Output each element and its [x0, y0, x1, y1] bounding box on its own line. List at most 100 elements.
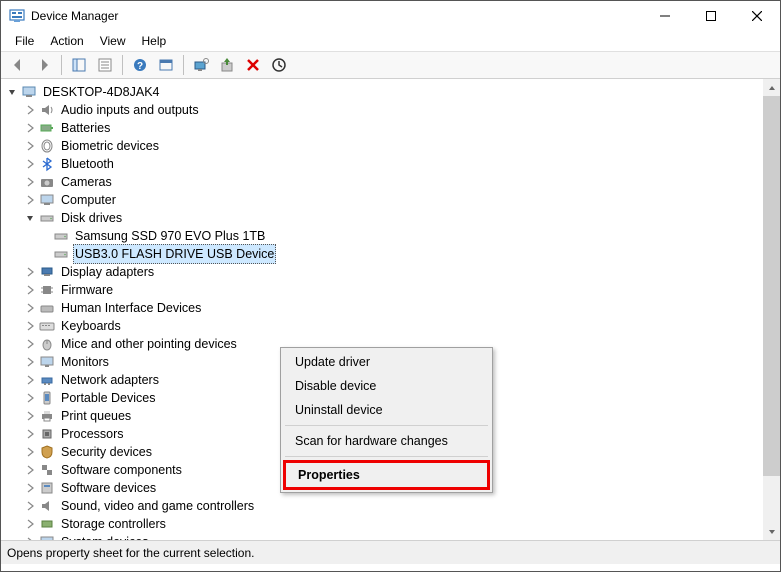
cpu-icon — [39, 426, 55, 442]
context-disable-device[interactable]: Disable device — [283, 374, 490, 398]
tree-node-sound[interactable]: Sound, video and game controllers — [1, 497, 780, 515]
chevron-down-icon[interactable] — [5, 85, 19, 99]
shield-icon — [39, 444, 55, 460]
chevron-right-icon[interactable] — [23, 481, 37, 495]
tree-node-firmware[interactable]: Firmware — [1, 281, 780, 299]
show-hide-console-tree-icon[interactable] — [67, 53, 91, 77]
scroll-thumb[interactable] — [763, 96, 780, 476]
context-update-driver[interactable]: Update driver — [283, 350, 490, 374]
tree-node-keyboards[interactable]: Keyboards — [1, 317, 780, 335]
tree-node-computer[interactable]: Computer — [1, 191, 780, 209]
keyboard-icon — [39, 318, 55, 334]
chevron-right-icon[interactable] — [23, 139, 37, 153]
menu-bar: File Action View Help — [1, 31, 780, 51]
uninstall-icon[interactable] — [241, 53, 265, 77]
app-icon — [9, 8, 25, 24]
mouse-icon — [39, 336, 55, 352]
tree-node-system[interactable]: System devices — [1, 533, 780, 540]
computer-icon — [39, 192, 55, 208]
battery-icon — [39, 120, 55, 136]
tree-node-diskdrives[interactable]: Disk drives — [1, 209, 780, 227]
disk-icon — [53, 228, 69, 244]
update-driver-icon[interactable] — [215, 53, 239, 77]
tree-node-disk1[interactable]: Samsung SSD 970 EVO Plus 1TB — [1, 227, 780, 245]
tree-root[interactable]: DESKTOP-4D8JAK4 — [1, 83, 780, 101]
context-separator — [285, 425, 488, 426]
chip-icon — [39, 282, 55, 298]
tree-node-batteries[interactable]: Batteries — [1, 119, 780, 137]
chevron-right-icon[interactable] — [23, 103, 37, 117]
chevron-right-icon[interactable] — [23, 157, 37, 171]
scan-hardware-icon[interactable] — [189, 53, 213, 77]
properties-icon[interactable] — [93, 53, 117, 77]
monitor-icon — [39, 354, 55, 370]
portable-device-icon — [39, 390, 55, 406]
display-icon — [39, 264, 55, 280]
tree-node-disk2-selected[interactable]: USB3.0 FLASH DRIVE USB Device — [1, 245, 780, 263]
system-icon — [39, 534, 55, 540]
chevron-right-icon[interactable] — [23, 391, 37, 405]
tree-node-bluetooth[interactable]: Bluetooth — [1, 155, 780, 173]
status-text: Opens property sheet for the current sel… — [7, 546, 254, 560]
chevron-down-icon[interactable] — [23, 211, 37, 225]
disable-icon[interactable] — [267, 53, 291, 77]
context-properties-highlighted[interactable]: Properties — [283, 460, 490, 490]
context-scan-hardware[interactable]: Scan for hardware changes — [283, 429, 490, 453]
close-button[interactable] — [734, 1, 780, 31]
help-icon[interactable]: ? — [128, 53, 152, 77]
back-button[interactable] — [6, 53, 30, 77]
tree-container: DESKTOP-4D8JAK4 Audio inputs and outputs… — [1, 79, 780, 541]
tree-node-cameras[interactable]: Cameras — [1, 173, 780, 191]
chevron-right-icon[interactable] — [23, 175, 37, 189]
tree-node-hid[interactable]: Human Interface Devices — [1, 299, 780, 317]
forward-button[interactable] — [32, 53, 56, 77]
computer-icon — [21, 84, 37, 100]
chevron-right-icon[interactable] — [23, 409, 37, 423]
menu-view[interactable]: View — [92, 32, 134, 50]
chevron-right-icon[interactable] — [23, 121, 37, 135]
bluetooth-icon — [39, 156, 55, 172]
window-title: Device Manager — [31, 9, 642, 23]
chevron-right-icon[interactable] — [23, 463, 37, 477]
camera-icon — [39, 174, 55, 190]
maximize-button[interactable] — [688, 1, 734, 31]
chevron-right-icon[interactable] — [23, 193, 37, 207]
tree-node-storage[interactable]: Storage controllers — [1, 515, 780, 533]
minimize-button[interactable] — [642, 1, 688, 31]
menu-file[interactable]: File — [7, 32, 42, 50]
context-uninstall-device[interactable]: Uninstall device — [283, 398, 490, 422]
svg-text:?: ? — [137, 61, 143, 72]
component-icon — [39, 462, 55, 478]
vertical-scrollbar[interactable] — [763, 79, 780, 540]
action-icon[interactable] — [154, 53, 178, 77]
chevron-right-icon[interactable] — [23, 265, 37, 279]
chevron-right-icon[interactable] — [23, 517, 37, 531]
scroll-up-icon[interactable] — [763, 79, 780, 96]
chevron-right-icon[interactable] — [23, 499, 37, 513]
software-icon — [39, 480, 55, 496]
tree-node-audio[interactable]: Audio inputs and outputs — [1, 101, 780, 119]
status-bar: Opens property sheet for the current sel… — [1, 541, 780, 564]
scroll-down-icon[interactable] — [763, 523, 780, 540]
disk-icon — [53, 246, 69, 262]
chevron-right-icon[interactable] — [23, 535, 37, 540]
chevron-right-icon[interactable] — [23, 445, 37, 459]
tree-node-display[interactable]: Display adapters — [1, 263, 780, 281]
context-separator — [285, 456, 488, 457]
audio-icon — [39, 102, 55, 118]
menu-help[interactable]: Help — [134, 32, 175, 50]
title-bar: Device Manager — [1, 1, 780, 31]
tree-node-biometric[interactable]: Biometric devices — [1, 137, 780, 155]
chevron-right-icon[interactable] — [23, 427, 37, 441]
chevron-right-icon[interactable] — [23, 301, 37, 315]
printer-icon — [39, 408, 55, 424]
chevron-right-icon[interactable] — [23, 373, 37, 387]
menu-action[interactable]: Action — [42, 32, 91, 50]
chevron-right-icon[interactable] — [23, 337, 37, 351]
chevron-right-icon[interactable] — [23, 355, 37, 369]
network-icon — [39, 372, 55, 388]
chevron-right-icon[interactable] — [23, 319, 37, 333]
disk-icon — [39, 210, 55, 226]
chevron-right-icon[interactable] — [23, 283, 37, 297]
speaker-icon — [39, 498, 55, 514]
